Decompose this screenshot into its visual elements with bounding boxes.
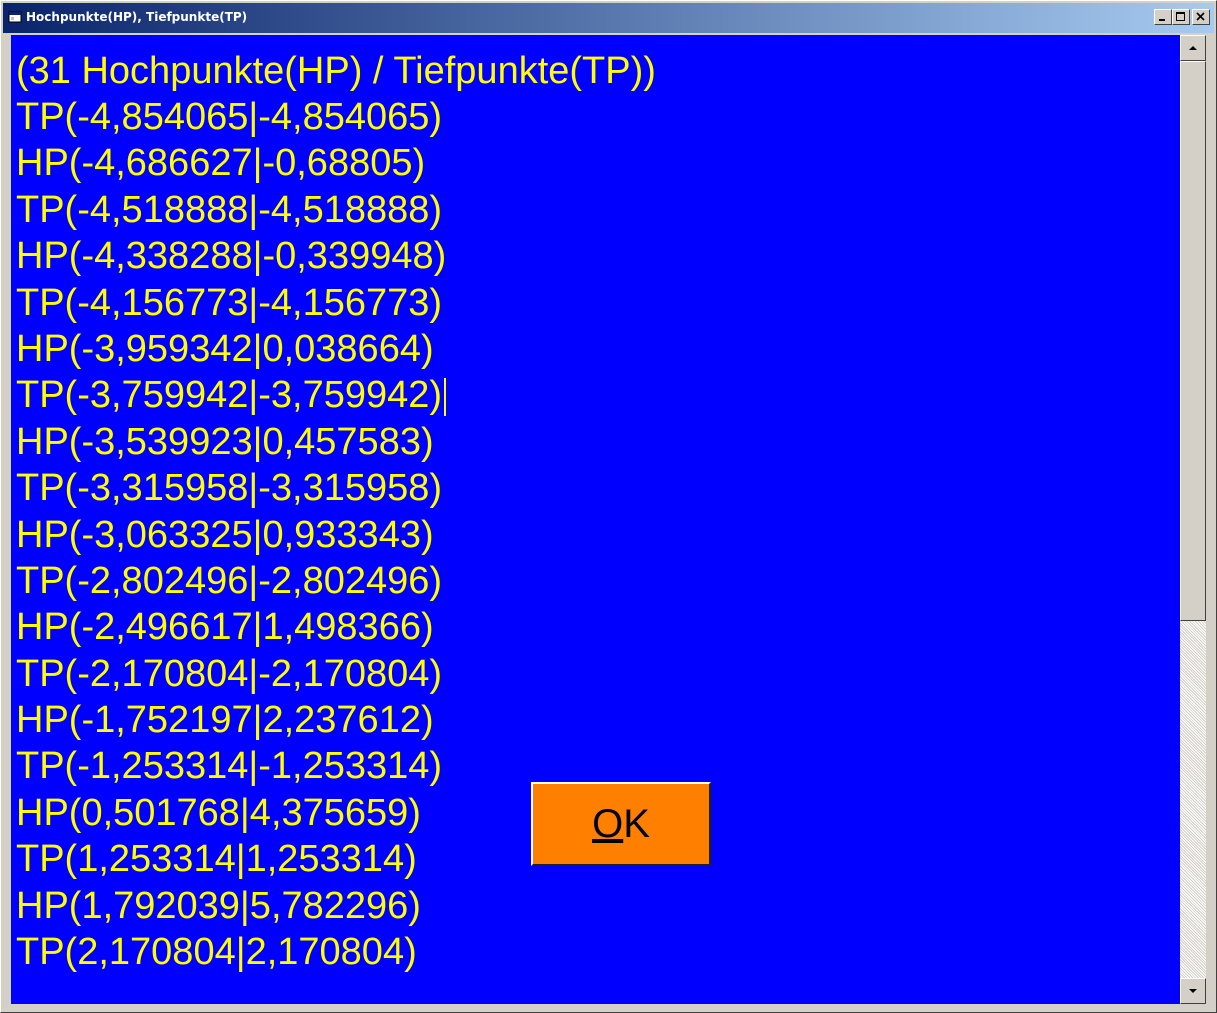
text-caret	[444, 378, 447, 417]
list-item: TP(-4,156773|-4,156773)	[16, 281, 443, 324]
list-item: TP(-2,802496|-2,802496)	[16, 559, 443, 602]
window-title: Hochpunkte(HP), Tiefpunkte(TP)	[26, 10, 248, 24]
extrema-list: TP(-4,854065|-4,854065) HP(-4,686627|-0,…	[16, 94, 446, 975]
ok-button[interactable]: OK	[531, 782, 711, 866]
list-item: HP(-2,496617|1,498366)	[16, 606, 434, 649]
list-item: HP(-1,752197|2,237612)	[16, 699, 434, 742]
list-item: TP(-3,315958|-3,315958)	[16, 467, 443, 510]
ok-mnemonic: O	[592, 802, 624, 846]
minimize-icon	[1159, 19, 1165, 21]
scroll-thumb[interactable]	[1180, 61, 1206, 621]
vertical-scrollbar[interactable]	[1180, 35, 1206, 1004]
result-header: (31 Hochpunkte(HP) / Tiefpunkte(TP))	[16, 50, 656, 92]
list-item: HP(0,501768|4,375659)	[16, 791, 421, 834]
list-item-with-caret: TP(-3,759942|-3,759942)	[16, 372, 447, 418]
list-item: TP(2,170804|2,170804)	[16, 931, 417, 974]
minimize-button[interactable]	[1154, 9, 1172, 25]
list-item: HP(-3,063325|0,933343)	[16, 513, 434, 556]
list-item: TP(-4,854065|-4,854065)	[16, 96, 443, 138]
app-window-icon[interactable]	[8, 10, 22, 24]
list-item: HP(-4,338288|-0,339948)	[16, 235, 447, 278]
output-area[interactable]: (31 Hochpunkte(HP) / Tiefpunkte(TP)) TP(…	[11, 35, 1180, 1004]
close-icon	[1196, 12, 1205, 21]
maximize-button[interactable]	[1172, 9, 1190, 25]
list-item: HP(-4,686627|-0,68805)	[16, 142, 426, 185]
list-item: TP(-4,518888|-4,518888)	[16, 188, 443, 231]
list-item: HP(1,792039|5,782296)	[16, 884, 421, 927]
ok-label-rest: K	[623, 802, 650, 846]
list-item: HP(-3,959342|0,038664)	[16, 327, 434, 370]
maximize-icon	[1176, 12, 1185, 21]
list-item: TP(1,253314|1,253314)	[16, 838, 417, 881]
dialog-window: Hochpunkte(HP), Tiefpunkte(TP) (31 Hochp…	[0, 0, 1217, 1013]
list-item: HP(-3,539923|0,457583)	[16, 420, 434, 463]
list-item: TP(-1,253314|-1,253314)	[16, 745, 443, 788]
scroll-down-button[interactable]	[1180, 978, 1206, 1004]
scroll-up-button[interactable]	[1180, 35, 1206, 61]
close-button[interactable]	[1192, 9, 1210, 25]
arrow-down-icon	[1189, 989, 1197, 993]
list-item: TP(-2,170804|-2,170804)	[16, 652, 443, 695]
title-bar[interactable]: Hochpunkte(HP), Tiefpunkte(TP)	[3, 3, 1214, 33]
arrow-up-icon	[1189, 46, 1197, 50]
list-item: TP(-3,759942|-3,759942)	[16, 374, 443, 417]
